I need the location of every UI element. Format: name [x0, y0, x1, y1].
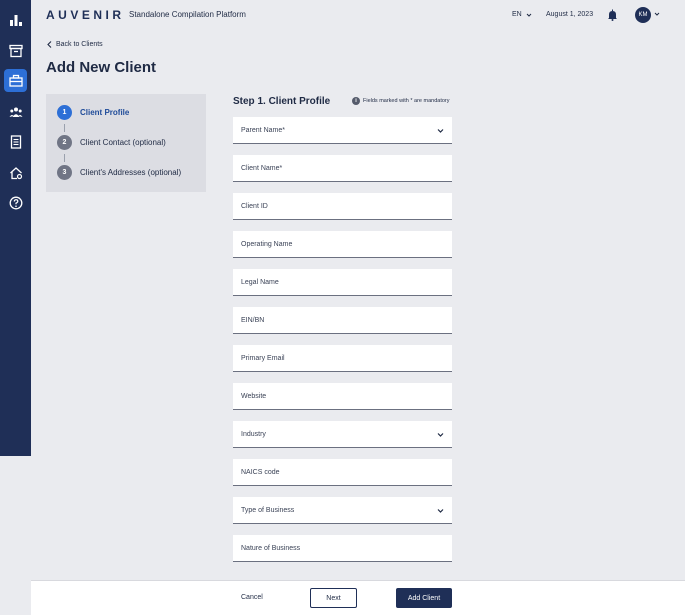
step-connector — [64, 124, 65, 132]
step-navigator: 1 Client Profile 2 Client Contact (optio… — [46, 94, 206, 192]
info-icon: i — [352, 97, 360, 105]
form-step-title: Step 1. Client Profile — [233, 96, 331, 107]
bell-icon[interactable] — [607, 9, 618, 21]
mandatory-note: i Fields marked with * are mandatory — [352, 97, 450, 105]
legal-name-field[interactable]: Legal Name — [233, 269, 452, 296]
sidebar-item-documents[interactable] — [4, 130, 27, 153]
type-of-business-select[interactable]: Type of Business — [233, 497, 452, 524]
sidebar-item-dashboard[interactable] — [4, 8, 27, 31]
step-number: 3 — [57, 165, 72, 180]
home-settings-icon — [9, 166, 22, 179]
chevron-down-icon[interactable] — [654, 11, 660, 17]
field-label: Website — [241, 392, 267, 400]
field-label: EIN/BN — [241, 316, 265, 324]
language-label: EN — [512, 11, 522, 18]
chevron-left-icon — [47, 41, 52, 48]
chevron-down-icon — [437, 508, 444, 513]
client-id-field[interactable]: Client ID — [233, 193, 452, 220]
add-client-button[interactable]: Add Client — [396, 588, 452, 608]
client-name-field[interactable]: Client Name* — [233, 155, 452, 182]
field-label: Client Name* — [241, 164, 283, 172]
sidebar-item-firm-settings[interactable] — [4, 161, 27, 184]
top-header: AUVENIR Standalone Compilation Platform … — [31, 0, 685, 30]
sidebar-item-users[interactable] — [4, 100, 27, 123]
users-icon — [9, 107, 22, 117]
sidebar-item-help[interactable] — [4, 191, 27, 214]
step-label: Client Contact (optional) — [80, 138, 166, 147]
bar-chart-icon — [9, 14, 22, 26]
step-label: Client's Addresses (optional) — [80, 168, 182, 177]
help-icon — [9, 196, 22, 209]
field-label: Legal Name — [241, 278, 279, 286]
platform-name: Standalone Compilation Platform — [129, 10, 246, 19]
chevron-down-icon — [526, 13, 532, 17]
page-title: Add New Client — [46, 59, 157, 76]
field-label: Primary Email — [241, 354, 285, 362]
mandatory-note-text: Fields marked with * are mandatory — [363, 98, 450, 104]
field-label: Nature of Business — [241, 544, 301, 552]
operating-name-field[interactable]: Operating Name — [233, 231, 452, 258]
field-label: Operating Name — [241, 240, 293, 248]
industry-select[interactable]: Industry — [233, 421, 452, 448]
field-label: Industry — [241, 430, 266, 438]
current-date: August 1, 2023 — [546, 11, 594, 18]
back-to-clients-link[interactable]: Back to Clients — [47, 41, 103, 48]
field-label: NAICS code — [241, 468, 280, 476]
next-button[interactable]: Next — [310, 588, 357, 608]
step-label: Client Profile — [80, 108, 130, 117]
step-number: 2 — [57, 135, 72, 150]
back-link-label: Back to Clients — [56, 41, 103, 48]
sidebar-item-clients[interactable] — [4, 69, 27, 92]
chevron-down-icon — [437, 128, 444, 133]
step-client-contact[interactable]: 2 Client Contact (optional) — [57, 135, 166, 150]
briefcase-icon — [8, 74, 23, 87]
sidebar — [0, 0, 31, 456]
archive-icon — [8, 44, 23, 57]
sidebar-item-archive[interactable] — [4, 39, 27, 62]
step-client-addresses[interactable]: 3 Client's Addresses (optional) — [57, 165, 181, 180]
nature-of-business-field[interactable]: Nature of Business — [233, 535, 452, 562]
cancel-button[interactable]: Cancel — [241, 594, 263, 601]
app-logo[interactable]: AUVENIR — [46, 8, 125, 22]
step-client-profile[interactable]: 1 Client Profile — [57, 105, 129, 120]
field-label: Parent Name* — [241, 126, 285, 134]
chevron-down-icon — [437, 432, 444, 437]
ein-bn-field[interactable]: EIN/BN — [233, 307, 452, 334]
primary-email-field[interactable]: Primary Email — [233, 345, 452, 372]
website-field[interactable]: Website — [233, 383, 452, 410]
avatar[interactable]: KM — [635, 7, 651, 23]
form-footer — [31, 580, 685, 615]
document-list-icon — [10, 134, 21, 149]
language-selector[interactable]: EN — [512, 11, 532, 18]
naics-code-field[interactable]: NAICS code — [233, 459, 452, 486]
step-connector — [64, 154, 65, 162]
parent-name-select[interactable]: Parent Name* — [233, 117, 452, 144]
step-number: 1 — [57, 105, 72, 120]
field-label: Type of Business — [241, 506, 295, 514]
field-label: Client ID — [241, 202, 268, 210]
